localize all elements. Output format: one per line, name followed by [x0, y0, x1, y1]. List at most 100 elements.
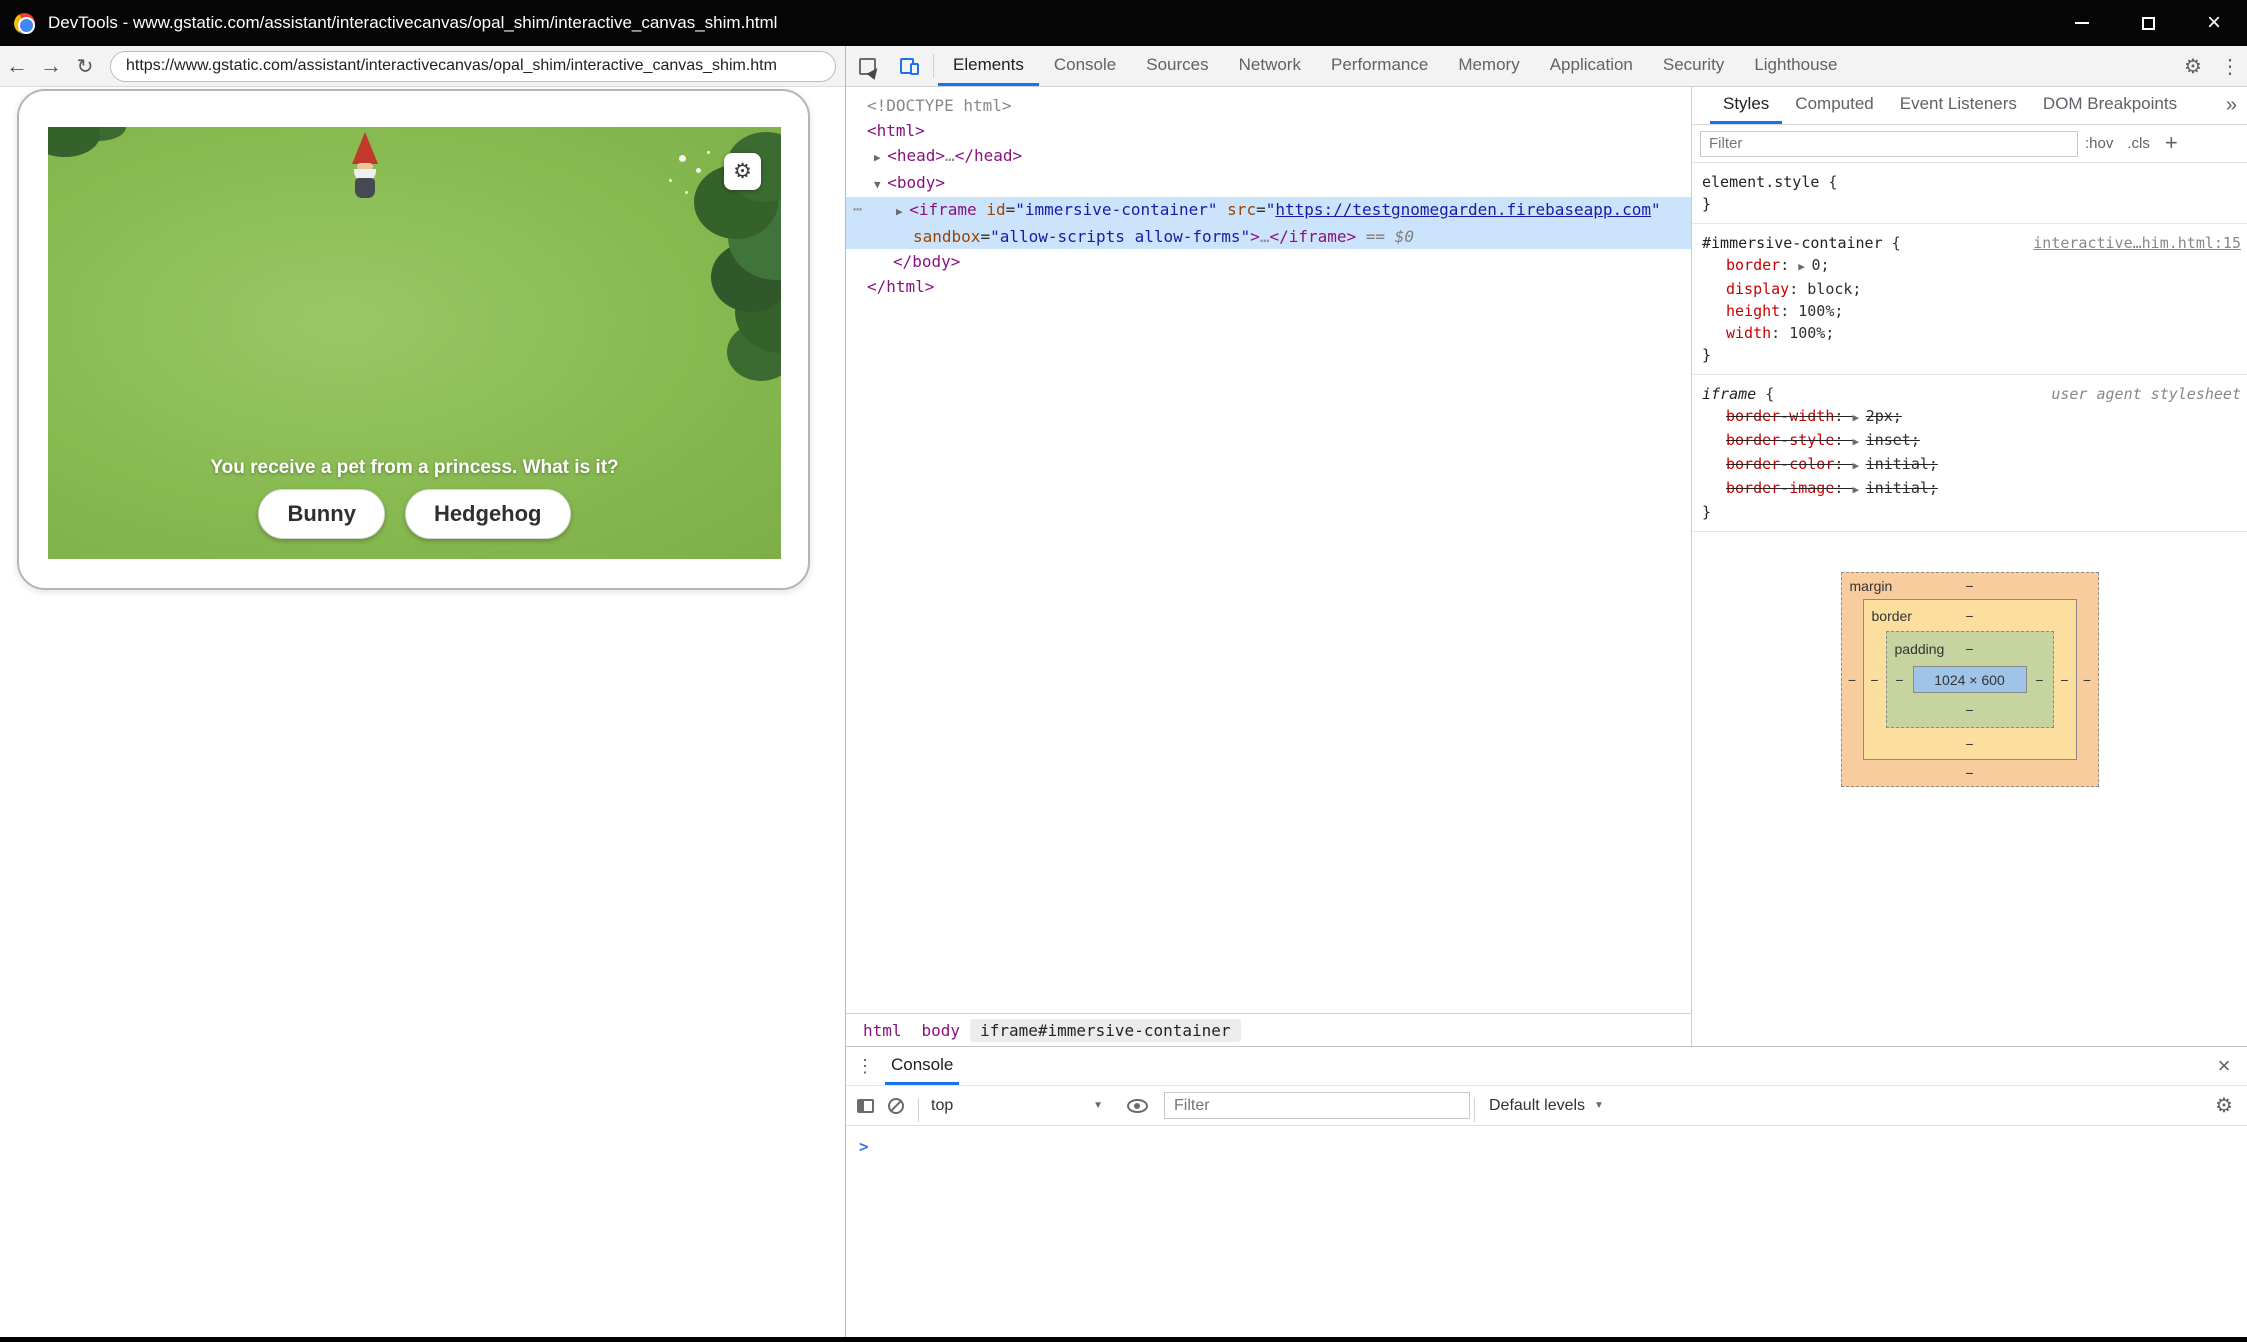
styles-filter-input[interactable]: [1700, 131, 2078, 157]
console-context-selector[interactable]: top ▼: [923, 1097, 1111, 1115]
code-token: :: [1834, 479, 1852, 497]
code-token: border-color: [1726, 455, 1834, 473]
css-property-border[interactable]: border: ▶ 0;: [1692, 254, 2247, 278]
iframe-src-link[interactable]: https://testgnomegarden.firebaseapp.com: [1275, 200, 1651, 219]
console-sidebar-toggle-icon[interactable]: [857, 1099, 874, 1113]
css-property-border-width[interactable]: border-width: ▶ 2px;: [1692, 405, 2247, 429]
console-settings-button[interactable]: ⚙: [2201, 1093, 2247, 1118]
chrome-logo-icon: [14, 13, 35, 34]
tabs-overflow-button[interactable]: »: [2226, 87, 2247, 124]
css-property-border-image[interactable]: border-image: ▶ initial;: [1692, 477, 2247, 501]
log-levels-selector[interactable]: Default levels ▼: [1479, 1097, 1614, 1115]
dom-node-body[interactable]: ▼ <body>: [845, 170, 1691, 197]
gear-icon: ⚙: [733, 159, 752, 184]
code-token: :: [1834, 455, 1852, 473]
minimize-button[interactable]: [2049, 0, 2115, 46]
css-property-height[interactable]: height: 100%;: [1692, 300, 2247, 322]
chevron-down-icon: ▼: [1594, 1100, 1604, 1111]
styles-sidebar: Styles Computed Event Listeners DOM Brea…: [1691, 87, 2247, 1046]
code-token: iframe: [1702, 385, 1756, 403]
breadcrumb-html[interactable]: html: [853, 1019, 912, 1042]
devtools-more-menu[interactable]: ⋮: [2213, 46, 2247, 86]
border-right-value: −: [2054, 631, 2076, 728]
code-token: == $0: [1356, 227, 1414, 246]
panel-divider[interactable]: [845, 46, 846, 1337]
drawer-tab-console[interactable]: Console: [885, 1047, 959, 1085]
css-selector-iframe[interactable]: iframe {: [1692, 383, 1774, 405]
tab-network[interactable]: Network: [1224, 46, 1316, 86]
breadcrumb-body[interactable]: body: [912, 1019, 971, 1042]
live-expression-icon[interactable]: [1127, 1099, 1148, 1113]
device-toolbar-toggle[interactable]: [889, 46, 929, 86]
tab-styles[interactable]: Styles: [1710, 87, 1782, 124]
inspect-element-button[interactable]: [845, 46, 889, 86]
dom-node-head[interactable]: ▶ <head>…</head>: [845, 143, 1691, 170]
maximize-button[interactable]: [2115, 0, 2181, 46]
css-property-width[interactable]: width: 100%;: [1692, 322, 2247, 344]
toggle-element-classes-button[interactable]: .cls: [2120, 135, 2157, 152]
forward-button[interactable]: →: [34, 53, 68, 79]
dom-node-body-close[interactable]: </body>: [845, 249, 1691, 274]
url-input[interactable]: [110, 51, 836, 82]
padding-right-value: −: [2027, 666, 2053, 693]
code-token: <head>: [887, 146, 945, 165]
bunny-button[interactable]: Bunny: [258, 489, 384, 539]
toggle-pseudo-classes-button[interactable]: :hov: [2078, 135, 2120, 152]
css-selector-immersive-container[interactable]: #immersive-container {: [1692, 232, 1901, 254]
devtools-window: DevTools - www.gstatic.com/assistant/int…: [0, 0, 2247, 1342]
code-token: {: [1756, 385, 1774, 403]
tab-application[interactable]: Application: [1535, 46, 1648, 86]
back-button[interactable]: ←: [0, 53, 34, 79]
dom-node-iframe-line1[interactable]: ▶ <iframe id="immersive-container" src="…: [845, 197, 1691, 224]
window-controls: ×: [2049, 0, 2247, 46]
devtools-settings-button[interactable]: ⚙: [2173, 46, 2213, 86]
css-close-brace: }: [1692, 501, 2247, 523]
console-prompt[interactable]: >: [845, 1126, 2247, 1156]
code-token: inset;: [1866, 431, 1920, 449]
bush-decoration: [48, 127, 100, 157]
dom-node-html-close[interactable]: </html>: [845, 274, 1691, 299]
close-drawer-button[interactable]: ×: [2201, 1047, 2247, 1085]
tab-lighthouse[interactable]: Lighthouse: [1739, 46, 1852, 86]
styles-content: element.style { } #immersive-container {…: [1692, 163, 2247, 787]
code-token: ▶: [1798, 260, 1811, 273]
game-question-text: You receive a pet from a princess. What …: [48, 457, 781, 479]
css-property-border-style[interactable]: border-style: ▶ inset;: [1692, 429, 2247, 453]
reload-button[interactable]: ↻: [68, 54, 102, 79]
tab-memory[interactable]: Memory: [1443, 46, 1534, 86]
levels-value: Default levels: [1489, 1097, 1585, 1115]
css-property-border-color[interactable]: border-color: ▶ initial;: [1692, 453, 2247, 477]
margin-bottom-value: −: [1965, 765, 1973, 781]
box-model-diagram[interactable]: margin − − border − −: [1841, 572, 2099, 787]
css-property-display[interactable]: display: block;: [1692, 278, 2247, 300]
code-token: <body>: [887, 173, 945, 192]
code-token: width: [1726, 324, 1771, 342]
tab-dom-breakpoints[interactable]: DOM Breakpoints: [2030, 87, 2190, 124]
breadcrumb-iframe[interactable]: iframe#immersive-container: [970, 1019, 1240, 1042]
hedgehog-button[interactable]: Hedgehog: [405, 489, 571, 539]
tab-computed[interactable]: Computed: [1782, 87, 1886, 124]
dom-node-html[interactable]: <html>: [845, 118, 1691, 143]
code-token: : 100%;: [1780, 302, 1843, 320]
tab-sources[interactable]: Sources: [1131, 46, 1223, 86]
tab-event-listeners[interactable]: Event Listeners: [1887, 87, 2030, 124]
selected-dom-node-iframe[interactable]: ⋯ ▶ <iframe id="immersive-container" src…: [845, 197, 1691, 249]
close-button[interactable]: ×: [2181, 0, 2247, 46]
tab-security[interactable]: Security: [1648, 46, 1739, 86]
node-menu-dots-icon[interactable]: ⋯: [853, 197, 863, 222]
dom-node-doctype[interactable]: <!DOCTYPE html>: [845, 93, 1691, 118]
new-style-rule-button[interactable]: +: [2159, 130, 2184, 158]
devtools-toolbar: Elements Console Sources Network Perform…: [845, 46, 2247, 87]
tab-performance[interactable]: Performance: [1316, 46, 1443, 86]
tab-console[interactable]: Console: [1039, 46, 1131, 86]
tab-elements[interactable]: Elements: [938, 46, 1039, 86]
css-selector-element-style[interactable]: element.style {: [1692, 171, 2247, 193]
console-filter-input[interactable]: [1164, 1092, 1470, 1119]
code-token: :: [1834, 407, 1852, 425]
drawer-menu-button[interactable]: ⋮: [845, 1047, 885, 1085]
stylesheet-source-link[interactable]: interactive…him.html:15: [2033, 234, 2241, 252]
border-left-value: −: [1864, 631, 1886, 728]
dom-node-iframe-line2[interactable]: sandbox="allow-scripts allow-forms">…</i…: [845, 224, 1691, 249]
clear-console-icon[interactable]: [888, 1098, 904, 1114]
game-settings-button[interactable]: ⚙: [724, 153, 761, 190]
